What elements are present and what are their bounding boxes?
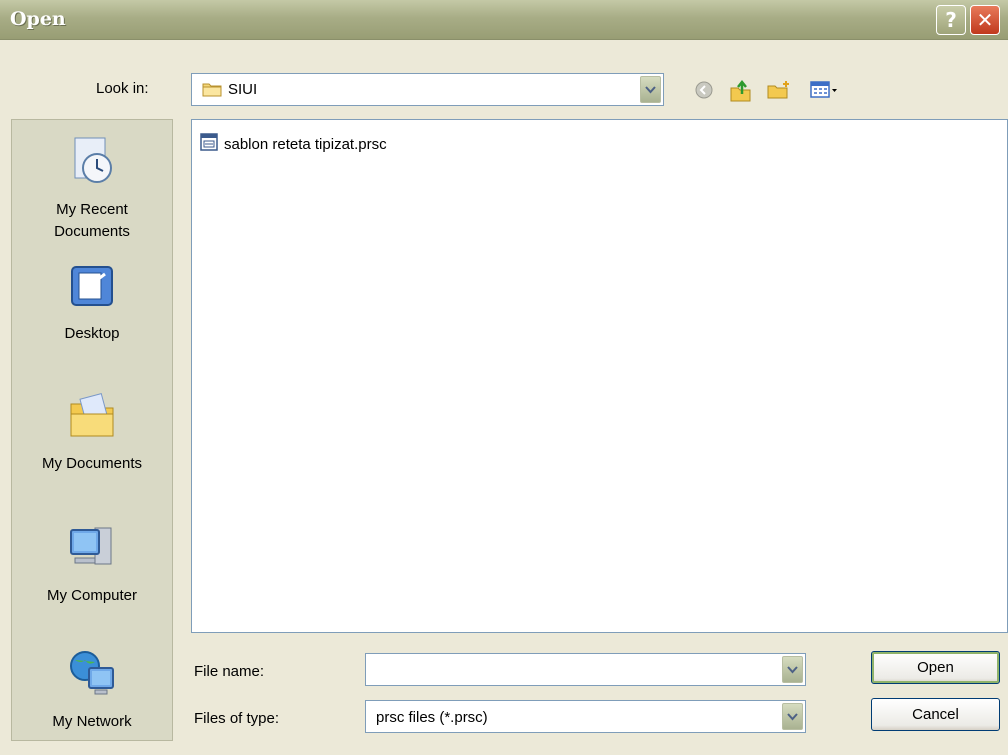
window-title: Open (10, 8, 66, 30)
place-desktop[interactable]: Desktop (12, 262, 172, 345)
place-my-recent-documents[interactable]: My Recent Documents (12, 134, 172, 243)
help-icon: ? (945, 8, 957, 32)
file-name-dropdown-arrow[interactable] (782, 656, 803, 683)
desktop-icon (12, 262, 172, 319)
place-label-line1: My Network (52, 713, 132, 730)
place-my-network[interactable]: My Network (12, 646, 172, 733)
document-file-icon (200, 133, 218, 155)
place-label-line1: Desktop (64, 325, 120, 342)
place-label-line2: Documents (54, 223, 130, 240)
place-label-line1: My Documents (41, 455, 143, 472)
chevron-down-icon (787, 712, 798, 720)
chevron-down-icon (787, 665, 798, 673)
title-bar[interactable]: Open ? ✕ (0, 0, 1008, 40)
file-name-field[interactable] (365, 653, 806, 686)
close-icon: ✕ (976, 8, 994, 32)
open-button[interactable]: Open (871, 651, 1000, 684)
new-folder-icon[interactable] (766, 80, 792, 104)
place-label-line1: My Computer (46, 587, 138, 604)
my-documents-icon (12, 388, 172, 449)
place-my-computer[interactable]: My Computer (12, 520, 172, 607)
place-my-documents[interactable]: My Documents (12, 388, 172, 475)
file-type-label: Files of type: (194, 710, 280, 727)
places-bar: My Recent Documents Desktop My Documents… (11, 119, 173, 741)
chevron-down-icon (645, 85, 656, 93)
file-name: sablon reteta tipizat.prsc (224, 135, 387, 153)
help-button[interactable]: ? (936, 5, 966, 35)
look-in-dropdown[interactable]: SIUI (191, 73, 664, 106)
file-name-input[interactable] (366, 654, 776, 685)
file-name-label: File name: (194, 663, 265, 680)
recent-documents-icon (12, 134, 172, 195)
file-type-value: prsc files (*.prsc) (376, 709, 488, 726)
cancel-button[interactable]: Cancel (871, 698, 1000, 731)
look-in-value: SIUI (228, 81, 258, 98)
place-label-line1: My Recent (56, 201, 128, 218)
look-in-dropdown-arrow[interactable] (640, 76, 661, 103)
look-in-label: Look in: (96, 80, 149, 97)
file-type-dropdown[interactable]: prsc files (*.prsc) (365, 700, 806, 733)
folder-icon (202, 81, 222, 101)
my-network-icon (12, 646, 172, 707)
file-type-dropdown-arrow[interactable] (782, 703, 803, 730)
views-menu-icon[interactable] (810, 80, 840, 104)
back-icon[interactable] (694, 80, 714, 104)
close-button[interactable]: ✕ (970, 5, 1000, 35)
file-list[interactable]: sablon reteta tipizat.prsc (191, 119, 1008, 633)
up-folder-icon[interactable] (729, 79, 753, 106)
list-item[interactable]: sablon reteta tipizat.prsc (200, 133, 387, 155)
my-computer-icon (12, 520, 172, 581)
